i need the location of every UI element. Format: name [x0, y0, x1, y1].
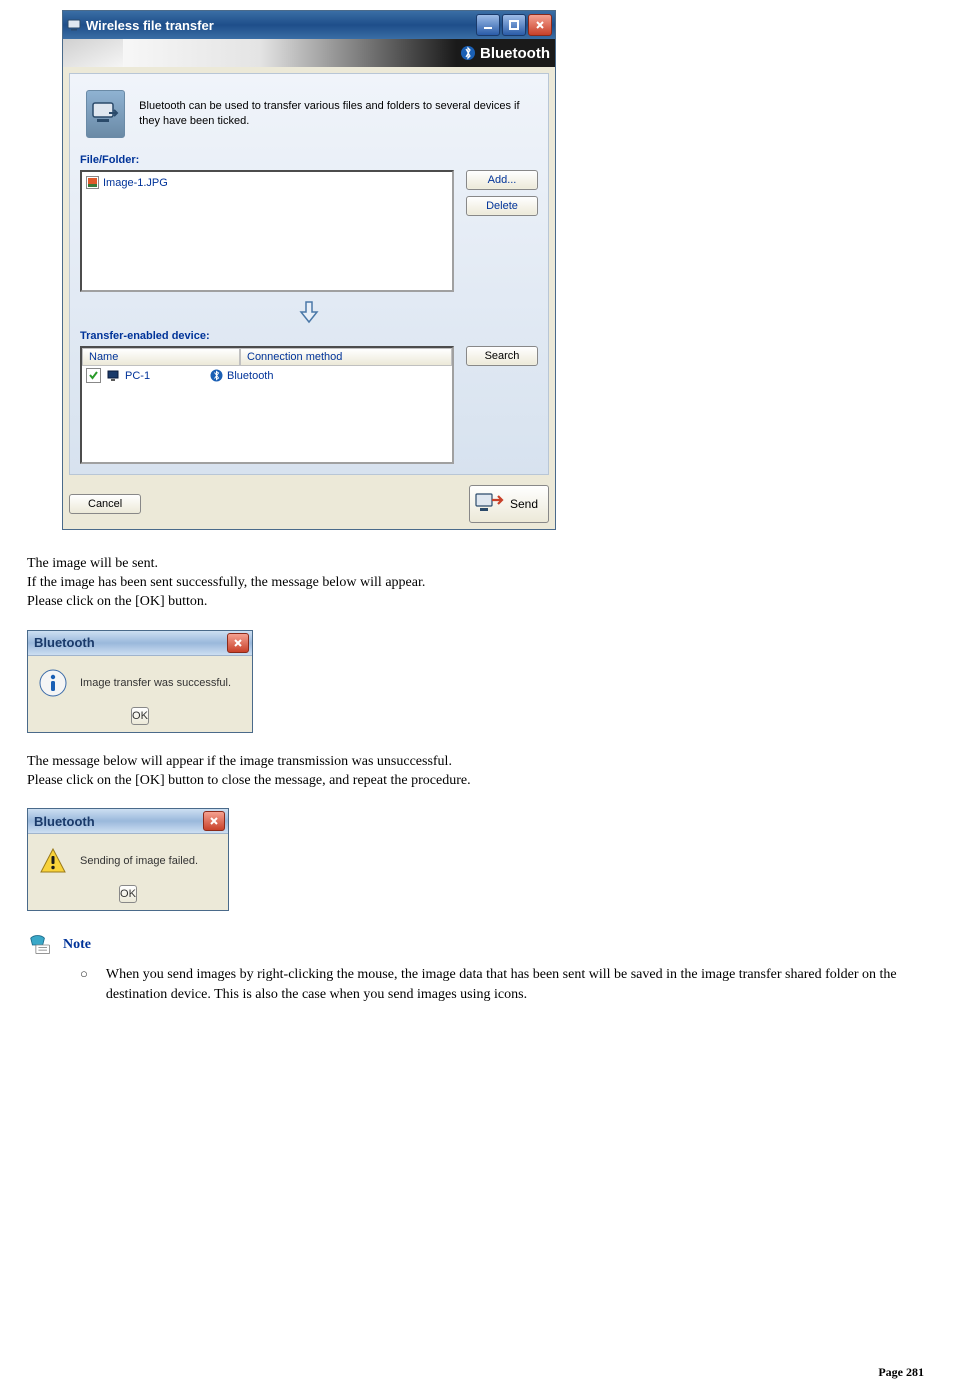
close-button[interactable] [528, 14, 552, 36]
page-footer: Page 281 [20, 1365, 934, 1380]
brand-shadow [63, 39, 123, 67]
warning-icon [38, 846, 68, 876]
bluetooth-icon [460, 45, 476, 61]
success-dialog: Bluetooth Image transfer was successful.… [27, 630, 253, 733]
info-icon [38, 668, 68, 698]
note-text: When you send images by right-clicking t… [106, 965, 904, 1004]
doc-paragraph-2: The message below will appear if the ima… [27, 753, 934, 791]
pc-icon [107, 370, 121, 382]
dialog-title-bar[interactable]: Bluetooth [28, 631, 252, 656]
note-list: ○ When you send images by right-clicking… [80, 965, 904, 1004]
doc-paragraph-1: The image will be sent. If the image has… [27, 555, 934, 612]
transfer-device-label: Transfer-enabled device: [80, 330, 538, 342]
device-name-header[interactable]: Name [82, 348, 240, 366]
device-table: Name Connection method PC-1 [80, 346, 454, 464]
table-row[interactable]: PC-1 Bluetooth [82, 366, 452, 385]
intro-text: Bluetooth can be used to transfer variou… [139, 99, 538, 129]
bluetooth-icon [210, 369, 223, 382]
fail-dialog: Bluetooth Sending of image failed. OK [27, 808, 229, 911]
device-conn-method: Bluetooth [227, 370, 273, 382]
list-item: ○ When you send images by right-clicking… [80, 965, 904, 1004]
title-bar[interactable]: Wireless file transfer [63, 11, 555, 39]
send-label: Send [510, 497, 538, 511]
dialog-message: Sending of image failed. [80, 855, 198, 867]
close-icon[interactable] [227, 633, 249, 653]
device-conn-header[interactable]: Connection method [240, 348, 452, 366]
note-icon [27, 933, 55, 957]
app-icon [66, 17, 82, 33]
ok-button[interactable]: OK [119, 885, 137, 903]
send-button[interactable]: Send [469, 485, 549, 523]
dialog-title: Bluetooth [34, 814, 95, 829]
minimize-button[interactable] [476, 14, 500, 36]
dialog-message: Image transfer was successful. [80, 677, 231, 689]
window-title: Wireless file transfer [86, 18, 474, 33]
add-button[interactable]: Add... [466, 170, 538, 190]
wireless-file-transfer-window: Wireless file transfer Bluetooth Bluetoo… [62, 10, 556, 530]
cancel-button[interactable]: Cancel [69, 494, 141, 514]
brand-label: Bluetooth [480, 45, 550, 62]
file-name: Image-1.JPG [103, 177, 168, 189]
down-arrow-icon [295, 298, 323, 326]
note-header: Note [27, 933, 927, 957]
bullet-icon: ○ [80, 965, 88, 1004]
maximize-button[interactable] [502, 14, 526, 36]
note-label: Note [63, 937, 91, 953]
device-checkbox[interactable] [86, 368, 101, 383]
ok-button[interactable]: OK [131, 707, 149, 725]
delete-button[interactable]: Delete [466, 196, 538, 216]
list-item[interactable]: Image-1.JPG [86, 174, 448, 191]
file-list[interactable]: Image-1.JPG [80, 170, 454, 292]
device-name: PC-1 [125, 370, 150, 382]
send-icon [474, 490, 506, 518]
dialog-title: Bluetooth [34, 635, 95, 650]
content-pane: Bluetooth can be used to transfer variou… [69, 73, 549, 475]
file-folder-label: File/Folder: [80, 154, 538, 166]
file-transfer-icon [86, 90, 125, 138]
search-button[interactable]: Search [466, 346, 538, 366]
image-file-icon [86, 176, 99, 189]
close-icon[interactable] [203, 811, 225, 831]
brand-bar: Bluetooth [63, 39, 555, 67]
dialog-title-bar[interactable]: Bluetooth [28, 809, 228, 834]
